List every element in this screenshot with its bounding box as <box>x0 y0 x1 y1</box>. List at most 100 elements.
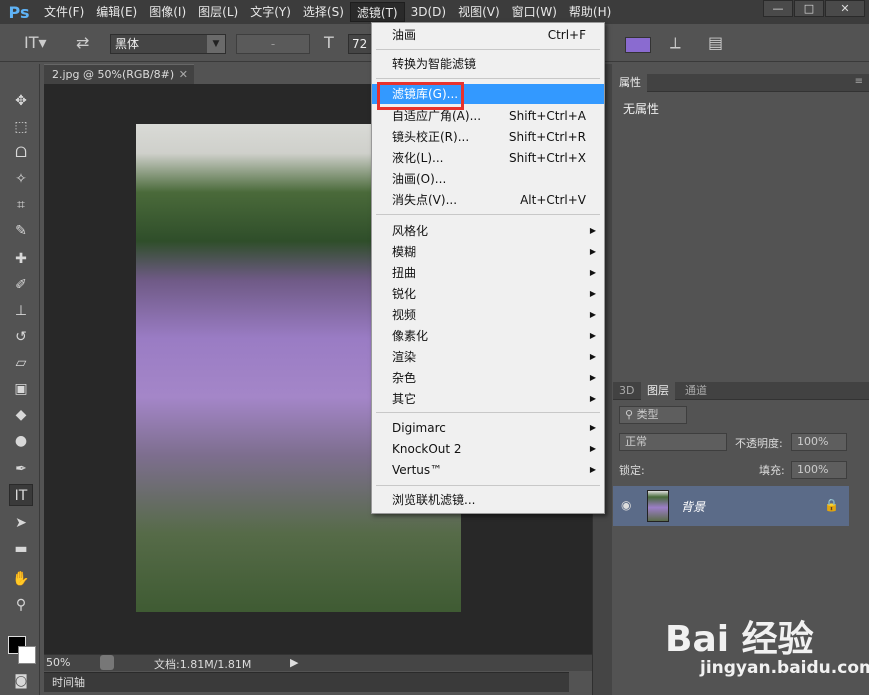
menu-item-convert-smart-filter[interactable]: 转换为智能滤镜 <box>372 54 604 74</box>
zoom-level[interactable]: 50% <box>46 656 70 669</box>
font-family-value: 黑体 <box>115 37 140 51</box>
font-style-select[interactable]: - <box>236 34 310 54</box>
tab-channels[interactable]: 通道 <box>679 382 713 400</box>
menu-item-last-filter[interactable]: 油画 Ctrl+F <box>372 25 604 45</box>
document-tab-title: 2.jpg @ 50%(RGB/8#) <box>52 68 175 81</box>
baidu-jingyan-watermark: Bai 经验 jingyan.baidu.com <box>665 598 869 683</box>
font-size-icon: T <box>324 33 334 52</box>
menu-filter[interactable]: 滤镜(T) <box>349 2 405 22</box>
menu-item-distort[interactable]: 扭曲 ▶ <box>372 263 604 283</box>
menu-item-other[interactable]: 其它 ▶ <box>372 389 604 409</box>
crop-tool-icon[interactable]: ⌗ <box>9 194 33 216</box>
fill-label: 填充: <box>759 464 785 477</box>
type-tool-preset-icon[interactable]: IT▾ <box>24 33 47 52</box>
menu-item-knockout[interactable]: KnockOut 2 ▶ <box>372 439 604 459</box>
menu-item-vanishing-point[interactable]: 消失点(V)... Alt+Ctrl+V <box>372 190 604 210</box>
background-color[interactable] <box>18 646 36 664</box>
menu-item-noise[interactable]: 杂色 ▶ <box>372 368 604 388</box>
menu-bar: Ps 文件(F) 编辑(E) 图像(I) 图层(L) 文字(Y) 选择(S) 滤… <box>0 0 869 24</box>
healing-brush-tool-icon[interactable]: ✚ <box>9 248 33 270</box>
watermark-main-text: Bai 经验 <box>665 619 814 660</box>
menu-separator <box>376 214 600 215</box>
eraser-tool-icon[interactable]: ▱ <box>9 352 33 374</box>
warp-text-icon[interactable]: ⟂ <box>670 33 681 53</box>
toggle-orientation-icon[interactable]: ⇄ <box>76 33 89 52</box>
layer-row[interactable]: ◉ 背景 🔒 <box>613 486 849 526</box>
close-tab-icon[interactable]: ✕ <box>179 65 188 85</box>
tab-properties[interactable]: 属性 <box>613 74 647 92</box>
tab-layers[interactable]: 图层 <box>641 382 675 400</box>
menu-item-render[interactable]: 渲染 ▶ <box>372 347 604 367</box>
menu-view[interactable]: 视图(V) <box>452 2 506 22</box>
menu-item-vertus[interactable]: Vertus™ ▶ <box>372 460 604 480</box>
gradient-tool-icon[interactable]: ▣ <box>9 378 33 400</box>
menu-item-lens-correction[interactable]: 镜头校正(R)... Shift+Ctrl+R <box>372 127 604 147</box>
hand-tool-icon[interactable]: ✋ <box>9 568 33 590</box>
lock-label: 锁定: <box>619 464 645 477</box>
menu-item-stylize[interactable]: 风格化 ▶ <box>372 221 604 241</box>
type-tool-icon[interactable]: IT <box>9 484 33 506</box>
menu-file[interactable]: 文件(F) <box>38 2 90 22</box>
clone-stamp-tool-icon[interactable]: ⊥ <box>9 300 33 322</box>
search-icon: ⚲ <box>625 408 637 421</box>
timeline-label: 时间轴 <box>52 676 85 689</box>
maximize-button[interactable]: □ <box>794 0 824 17</box>
marquee-tool-icon[interactable]: ⬚ <box>9 116 33 138</box>
menu-item-digimarc[interactable]: Digimarc ▶ <box>372 418 604 438</box>
layer-thumbnail <box>647 490 669 522</box>
menu-item-video[interactable]: 视频 ▶ <box>372 305 604 325</box>
menu-item-oil-paint[interactable]: 油画(O)... <box>372 169 604 189</box>
menu-3d[interactable]: 3D(D) <box>405 2 452 22</box>
move-tool-icon[interactable]: ✥ <box>9 90 33 112</box>
magic-wand-tool-icon[interactable]: ✧ <box>9 168 33 190</box>
fill-input[interactable]: 100% <box>791 461 847 479</box>
menu-window[interactable]: 窗口(W) <box>506 2 563 22</box>
menu-item-browse-online-filters[interactable]: 浏览联机滤镜... <box>372 490 604 510</box>
panel-menu-icon[interactable]: ≡ <box>855 76 863 87</box>
pen-tool-icon[interactable]: ✒ <box>9 458 33 480</box>
menu-edit[interactable]: 编辑(E) <box>90 2 143 22</box>
status-arrow-icon[interactable]: ▶ <box>290 656 298 669</box>
menu-item-liquify[interactable]: 液化(L)... Shift+Ctrl+X <box>372 148 604 168</box>
menu-item-sharpen[interactable]: 锐化 ▶ <box>372 284 604 304</box>
menu-item-blur[interactable]: 模糊 ▶ <box>372 242 604 262</box>
dodge-tool-icon[interactable]: ● <box>9 430 33 452</box>
close-button[interactable]: ✕ <box>825 0 865 17</box>
lock-icon: 🔒 <box>824 498 839 512</box>
font-size-input[interactable]: 72 <box>348 34 372 54</box>
layers-tab-row: 3D 图层 通道 <box>613 382 869 400</box>
document-info: 文档:1.81M/1.81M <box>154 658 252 671</box>
tab-3d[interactable]: 3D <box>613 382 640 400</box>
history-brush-tool-icon[interactable]: ↺ <box>9 326 33 348</box>
layer-name[interactable]: 背景 <box>681 498 705 515</box>
quick-mask-icon[interactable]: ◙ <box>9 670 33 692</box>
menu-item-pixelate[interactable]: 像素化 ▶ <box>372 326 604 346</box>
no-properties-text: 无属性 <box>623 102 660 116</box>
layer-filter-select[interactable]: ⚲ 类型 <box>619 406 687 424</box>
timeline-panel[interactable]: 时间轴 <box>44 672 569 692</box>
menu-layer[interactable]: 图层(L) <box>192 2 244 22</box>
properties-tab-row: 属性 ≡ <box>613 74 869 92</box>
zoom-tool-icon[interactable]: ⚲ <box>9 594 33 616</box>
properties-panel: 属性 ≡ 无属性 <box>613 74 869 380</box>
brush-tool-icon[interactable]: ✐ <box>9 274 33 296</box>
rectangle-tool-icon[interactable]: ▬ <box>9 538 33 560</box>
menu-image[interactable]: 图像(I) <box>143 2 192 22</box>
menu-separator <box>376 78 600 79</box>
blend-mode-select[interactable]: 正常 <box>619 433 727 451</box>
document-tab[interactable]: 2.jpg @ 50%(RGB/8#) ✕ <box>44 64 194 84</box>
lasso-tool-icon[interactable]: ᗝ <box>9 142 33 164</box>
opacity-input[interactable]: 100% <box>791 433 847 451</box>
share-icon[interactable] <box>100 655 114 670</box>
character-panel-icon[interactable]: ▤ <box>708 33 723 52</box>
menu-help[interactable]: 帮助(H) <box>563 2 617 22</box>
font-family-select[interactable]: 黑体 ▼ <box>110 34 226 54</box>
menu-type[interactable]: 文字(Y) <box>244 2 297 22</box>
text-color-swatch[interactable] <box>625 37 651 53</box>
eyedropper-tool-icon[interactable]: ✎ <box>9 220 33 242</box>
minimize-button[interactable]: — <box>763 0 793 17</box>
menu-select[interactable]: 选择(S) <box>297 2 350 22</box>
path-selection-tool-icon[interactable]: ➤ <box>9 512 33 534</box>
eye-icon[interactable]: ◉ <box>621 498 631 512</box>
blur-tool-icon[interactable]: ◆ <box>9 404 33 426</box>
